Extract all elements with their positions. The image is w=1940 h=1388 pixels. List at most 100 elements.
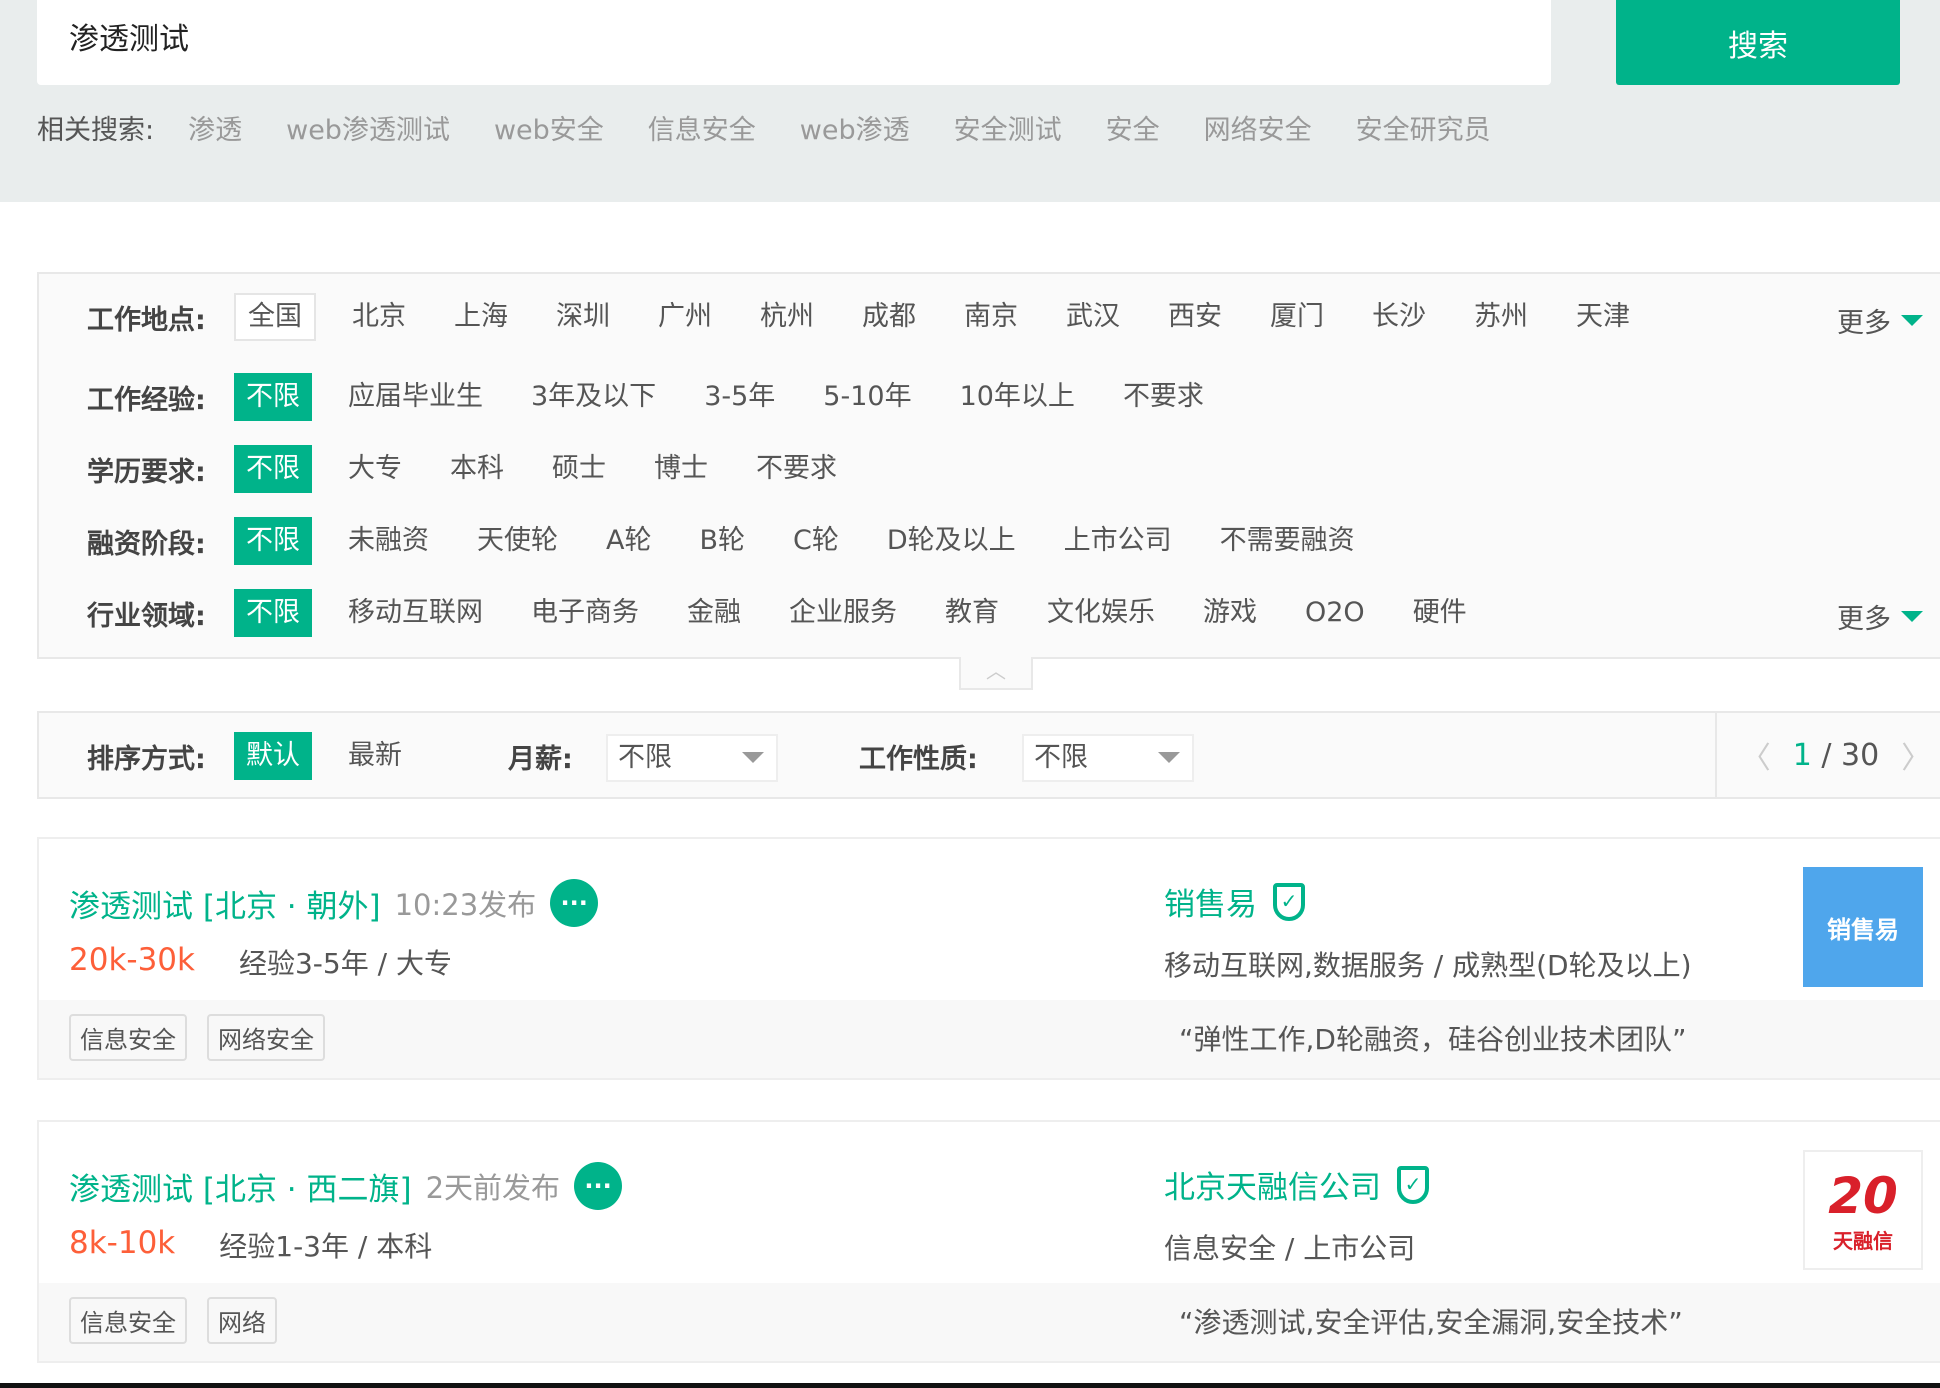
filter-option[interactable]: A轮 — [594, 517, 663, 565]
filter-row: 行业领域: 不限 移动互联网 电子商务 金融 企业服务 教育 文化娱乐 游戏 O2O 硬件 — [87, 589, 1503, 637]
verified-shield-icon: ✓ — [1397, 1165, 1429, 1204]
filter-row: 工作地点: 全国 北京 上海 深圳 广州 杭州 成都 南京 武汉 西安 厦门 长沙 苏州 天津 — [87, 293, 1666, 341]
tag: 信息安全 — [69, 1014, 187, 1061]
sort-label: 排序方式: — [87, 743, 206, 775]
filter-option[interactable]: 不要求 — [1111, 373, 1216, 421]
filter-label: 工作经验: — [87, 384, 206, 416]
job-title[interactable]: 渗透测试 [北京 · 朝外] — [69, 881, 381, 926]
filter-option[interactable]: 西安 — [1156, 293, 1234, 341]
filter-option[interactable]: 教育 — [933, 589, 1011, 637]
filter-option[interactable]: O2O — [1293, 589, 1377, 637]
company-name[interactable]: 北京天融信公司 — [1164, 1162, 1381, 1207]
more-button[interactable]: 更多 — [1837, 301, 1923, 340]
filter-option[interactable]: 厦门 — [1258, 293, 1336, 341]
related-link[interactable]: 安全 — [1106, 108, 1160, 147]
related-label: 相关搜索: — [37, 115, 155, 146]
filter-option[interactable]: 电子商务 — [519, 589, 651, 637]
related-link[interactable]: 安全测试 — [954, 108, 1062, 147]
filter-row: 工作经验: 不限 应届毕业生 3年及以下 3-5年 5-10年 10年以上 不要求 — [87, 373, 1240, 421]
chat-icon[interactable]: ··· — [574, 1162, 623, 1210]
filter-option[interactable]: 本科 — [438, 445, 516, 493]
company-name[interactable]: 销售易 — [1164, 879, 1257, 924]
filter-option[interactable]: 5-10年 — [811, 373, 923, 421]
filter-panel: 工作地点: 全国 北京 上海 深圳 广州 杭州 成都 南京 武汉 西安 厦门 长沙 苏州 天津 更多 工作经验:… — [37, 272, 1940, 659]
collapse-filters-chevron-up-icon[interactable]: ︿ — [959, 657, 1033, 690]
requirements: 经验1-3年 / 本科 — [219, 1230, 433, 1263]
search-button[interactable]: 搜索 — [1616, 0, 1900, 85]
filter-option[interactable]: 移动互联网 — [336, 589, 495, 637]
filter-option[interactable]: 北京 — [340, 293, 418, 341]
filter-option[interactable]: 不限 — [234, 517, 312, 565]
filter-option[interactable]: 不需要融资 — [1208, 517, 1367, 565]
filter-option[interactable]: 全国 — [234, 293, 316, 341]
filter-option[interactable]: 大专 — [336, 445, 414, 493]
job-card[interactable]: 渗透测试 [北京 · 西二旗] 2天前发布 ··· 8k-10k 经验1-3年 / 本… — [37, 1120, 1940, 1363]
related-link[interactable]: 信息安全 — [648, 108, 756, 147]
prev-page-icon[interactable]: 〈 — [1741, 733, 1771, 777]
nature-select[interactable]: 不限 — [1022, 734, 1194, 782]
filter-option[interactable]: 不要求 — [744, 445, 849, 493]
filter-option[interactable]: 不限 — [234, 589, 312, 637]
filter-option[interactable]: 苏州 — [1462, 293, 1540, 341]
logo-text: 销售易 — [1827, 915, 1899, 944]
filter-option[interactable]: 长沙 — [1360, 293, 1438, 341]
filter-option[interactable]: 硕士 — [540, 445, 618, 493]
company-logo[interactable]: 20 天融信 — [1803, 1150, 1923, 1270]
related-link[interactable]: web渗透测试 — [286, 108, 450, 147]
more-label: 更多 — [1837, 308, 1891, 339]
filter-option[interactable]: 企业服务 — [777, 589, 909, 637]
job-card[interactable]: 渗透测试 [北京 · 朝外] 10:23发布 ··· 20k-30k 经验3-5年 /… — [37, 837, 1940, 1080]
filter-row: 学历要求: 不限 大专 本科 硕士 博士 不要求 — [87, 445, 873, 493]
job-title[interactable]: 渗透测试 [北京 · 西二旗] — [69, 1164, 412, 1209]
filter-label: 融资阶段: — [87, 528, 206, 560]
filter-option[interactable]: 博士 — [642, 445, 720, 493]
filter-option[interactable]: 3-5年 — [692, 373, 787, 421]
caret-down-icon — [1901, 611, 1923, 622]
filter-option[interactable]: B轮 — [687, 517, 757, 565]
filter-option[interactable]: 杭州 — [748, 293, 826, 341]
filter-option[interactable]: 文化娱乐 — [1035, 589, 1167, 637]
related-link[interactable]: 安全研究员 — [1356, 108, 1491, 147]
filter-option[interactable]: 上海 — [442, 293, 520, 341]
filter-option[interactable]: 游戏 — [1191, 589, 1269, 637]
filter-option[interactable]: D轮及以上 — [875, 517, 1028, 565]
related-link[interactable]: web安全 — [494, 108, 604, 147]
caret-down-icon — [1901, 315, 1923, 326]
filter-option[interactable]: 成都 — [850, 293, 928, 341]
filter-option[interactable]: 3年及以下 — [519, 373, 668, 421]
related-link[interactable]: 渗透 — [188, 108, 242, 147]
tag: 网络 — [207, 1297, 277, 1344]
filter-option[interactable]: 天津 — [1564, 293, 1642, 341]
search-input[interactable]: 渗透测试 — [37, 0, 1551, 85]
salary: 8k-10k — [69, 1225, 176, 1261]
related-link[interactable]: 网络安全 — [1204, 108, 1312, 147]
more-button[interactable]: 更多 — [1837, 597, 1923, 636]
salary-select[interactable]: 不限 — [606, 734, 778, 782]
filter-option[interactable]: 深圳 — [544, 293, 622, 341]
related-link[interactable]: web渗透 — [800, 108, 910, 147]
filter-option[interactable]: C轮 — [781, 517, 851, 565]
filter-option[interactable]: 不限 — [234, 445, 312, 493]
filter-option[interactable]: 天使轮 — [465, 517, 570, 565]
filter-option[interactable]: 南京 — [952, 293, 1030, 341]
total-pages: 30 — [1841, 737, 1880, 773]
company-industry: 移动互联网,数据服务 / 成熟型(D轮及以上) — [1164, 949, 1692, 982]
next-page-icon[interactable]: 〉 — [1901, 733, 1931, 777]
filter-option[interactable]: 金融 — [675, 589, 753, 637]
sort-newest[interactable]: 最新 — [336, 732, 414, 780]
sort-default[interactable]: 默认 — [234, 732, 312, 780]
filter-option[interactable]: 硬件 — [1401, 589, 1479, 637]
chat-icon[interactable]: ··· — [550, 879, 599, 927]
filter-option[interactable]: 上市公司 — [1052, 517, 1184, 565]
filter-option[interactable]: 广州 — [646, 293, 724, 341]
filter-option[interactable]: 应届毕业生 — [336, 373, 495, 421]
tag: 信息安全 — [69, 1297, 187, 1344]
filter-row: 融资阶段: 不限 未融资 天使轮 A轮 B轮 C轮 D轮及以上 上市公司 不需要融资 — [87, 517, 1391, 565]
company-logo[interactable]: 销售易 — [1803, 867, 1923, 987]
filter-option[interactable]: 武汉 — [1054, 293, 1132, 341]
filter-option[interactable]: 未融资 — [336, 517, 441, 565]
filter-option[interactable]: 10年以上 — [948, 373, 1087, 421]
chevron-down-icon — [1158, 752, 1180, 763]
chevron-down-icon — [742, 752, 764, 763]
filter-option[interactable]: 不限 — [234, 373, 312, 421]
